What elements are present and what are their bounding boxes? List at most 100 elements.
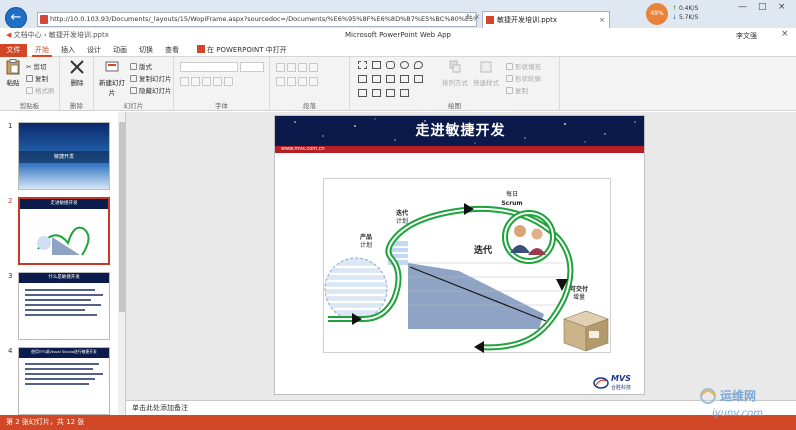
maximize-icon[interactable]: □	[758, 2, 767, 12]
hide-slide-icon	[130, 87, 137, 94]
back-button[interactable]: ←	[5, 7, 27, 29]
oval-icon[interactable]	[400, 61, 409, 69]
window-close-icon[interactable]: ×	[778, 2, 786, 12]
agile-cycle-graphic	[324, 203, 609, 353]
tab-insert[interactable]: 插入	[58, 44, 78, 57]
url-text: http://10.0.103.93/Documents/_layouts/15…	[50, 15, 477, 23]
paragraph-group: 段落	[270, 57, 350, 111]
current-slide[interactable]: 走进敏捷开发 www.mvs.com.cn 每日 Scrum 迭代 计划 迭代 …	[274, 115, 645, 395]
thumbnail-slide-2[interactable]: 走进敏捷开发	[18, 197, 110, 265]
arrow-icon	[464, 203, 474, 215]
hide-slide-button[interactable]: 隐藏幻灯片	[130, 85, 172, 95]
tab-transitions[interactable]: 切换	[136, 44, 156, 57]
ribbon-tabs: 文件 开始 插入 设计 动画 切换 查看 在 POWERPOINT 中打开	[0, 44, 796, 57]
align-left-button[interactable]	[276, 77, 285, 86]
logo-icon	[593, 377, 609, 389]
user-name[interactable]: 李文强	[736, 31, 757, 41]
duplicate-shape-button[interactable]: 复制	[506, 85, 528, 95]
tab-home[interactable]: 开始	[32, 44, 52, 57]
scrollbar-thumb[interactable]	[119, 122, 125, 312]
increase-indent-button[interactable]	[309, 63, 318, 72]
network-widget[interactable]: 49%	[646, 3, 668, 25]
rectangle-icon[interactable]	[372, 61, 381, 69]
arrow-up-icon[interactable]	[414, 75, 423, 83]
close-tab-icon[interactable]: ×	[599, 12, 605, 28]
close-app-icon[interactable]: ×	[781, 29, 789, 39]
thumb-num-1: 1	[8, 122, 13, 130]
tab-file[interactable]: 文件	[0, 44, 27, 57]
burndown-area	[408, 263, 544, 329]
align-center-button[interactable]	[287, 77, 296, 86]
tab-design[interactable]: 设计	[84, 44, 104, 57]
duplicate-slide-button[interactable]: 复制幻灯片	[130, 73, 172, 83]
cut-button[interactable]: ✂ 剪切	[26, 61, 47, 71]
new-slide-label: 新建幻灯片	[99, 79, 125, 97]
copy-button[interactable]: 复制	[26, 73, 48, 83]
double-arrow-icon[interactable]	[400, 89, 409, 97]
italic-button[interactable]	[191, 77, 200, 86]
thumbnail-scrollbar[interactable]	[118, 112, 125, 415]
cut-label: 剪切	[33, 63, 47, 71]
watermark: 运维网 iyunv.com	[690, 382, 796, 430]
text-box-icon[interactable]	[358, 61, 367, 69]
rounded-rectangle-icon[interactable]	[386, 61, 395, 69]
new-slide-button[interactable]: 新建幻灯片	[96, 59, 128, 97]
package-icon	[563, 310, 609, 352]
shape-fill-button[interactable]: 形状填充	[506, 61, 541, 71]
underline-button[interactable]	[202, 77, 211, 86]
daily-label: 每日	[505, 191, 518, 198]
bold-button[interactable]	[180, 77, 189, 86]
clipboard-group: 粘贴 ✂ 剪切 复制 格式刷 剪贴板	[0, 57, 60, 111]
tab-view[interactable]: 查看	[162, 44, 182, 57]
powerpoint-icon	[197, 45, 205, 53]
format-painter-button[interactable]: 格式刷	[26, 85, 55, 95]
thumb-text-line	[25, 378, 95, 380]
delete-button[interactable]: 删除	[66, 59, 88, 87]
delete-group-label: 删除	[70, 102, 83, 110]
line-icon[interactable]	[372, 75, 381, 83]
arrow-right-icon[interactable]	[386, 75, 395, 83]
drawing-group: 排列方式 快速样式 形状填充 形状轮廓 复制 绘图	[350, 57, 560, 111]
app-title-bar: ◀ 文档中心 › 敏捷开发培训.pptx Microsoft PowerPoin…	[0, 28, 796, 45]
font-size-select[interactable]	[240, 62, 264, 72]
pentagon-icon[interactable]	[386, 89, 395, 97]
duplicate-slide-label: 复制幻灯片	[139, 75, 172, 83]
decrease-indent-button[interactable]	[298, 63, 307, 72]
thumbnail-slide-1[interactable]: 敏捷开发	[18, 122, 110, 190]
app-title: Microsoft PowerPoint Web App	[344, 31, 451, 39]
open-in-powerpoint-button[interactable]: 在 POWERPOINT 中打开	[194, 44, 290, 57]
callout-icon[interactable]	[414, 61, 423, 69]
arrow-down-icon[interactable]	[372, 89, 381, 97]
delete-icon	[70, 60, 84, 74]
thumbnail-slide-4[interactable]: 使用TFS或Visual Studio进行敏捷开发	[18, 347, 110, 415]
address-bar[interactable]: http://10.0.103.93/Documents/_layouts/15…	[37, 12, 477, 27]
deliverable-label: 可交付	[569, 286, 588, 293]
thumb-text-line	[25, 299, 91, 301]
bullets-button[interactable]	[276, 63, 285, 72]
minimize-icon[interactable]: —	[738, 2, 747, 12]
paste-button[interactable]: 粘贴	[4, 59, 22, 87]
tab-animations[interactable]: 动画	[110, 44, 130, 57]
shape-outline-button[interactable]: 形状轮廓	[506, 73, 541, 83]
shape-outline-label: 形状轮廓	[515, 75, 541, 83]
layout-button[interactable]: 版式	[130, 61, 152, 71]
justify-button[interactable]	[309, 77, 318, 86]
numbering-button[interactable]	[287, 63, 296, 72]
triangle-icon[interactable]	[358, 75, 367, 83]
thumbnail-slide-3[interactable]: 什么是敏捷开发	[18, 272, 110, 340]
thumb-text-line	[25, 373, 103, 375]
font-name-select[interactable]	[180, 62, 238, 72]
strikethrough-button[interactable]	[213, 77, 222, 86]
scissors-icon: ✂	[26, 63, 32, 71]
product-plan-label: 计划	[359, 242, 372, 249]
font-color-button[interactable]	[224, 77, 233, 86]
person-icon	[531, 228, 543, 240]
arrange-button[interactable]: 排列方式	[442, 59, 468, 87]
browser-tab[interactable]: 敏捷开发培训.pptx ×	[482, 11, 610, 29]
quick-styles-button[interactable]: 快速样式	[472, 59, 500, 87]
refresh-icon[interactable]: ↻ ×	[466, 13, 480, 21]
star-icon[interactable]	[358, 89, 367, 97]
network-percent: 49%	[650, 10, 664, 17]
arrow-left-icon[interactable]	[400, 75, 409, 83]
align-right-button[interactable]	[298, 77, 307, 86]
